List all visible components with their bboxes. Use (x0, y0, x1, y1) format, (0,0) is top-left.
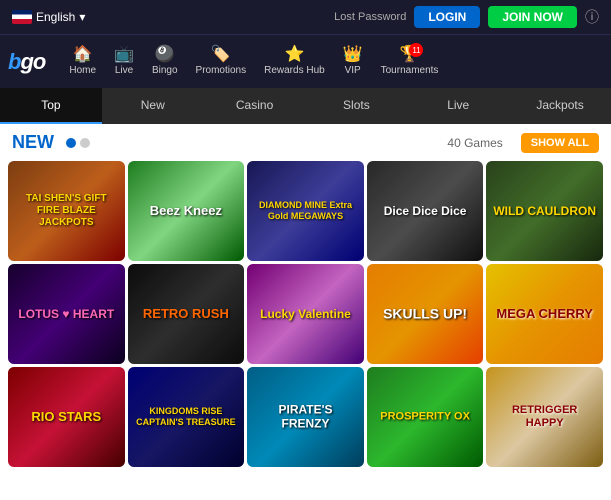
game-title-tai-shen: TAI SHEN'S GIFT FIRE BLAZE JACKPOTS (14, 193, 119, 229)
vip-icon: 👑 (343, 47, 363, 63)
dot-2[interactable] (80, 138, 90, 148)
tab-new[interactable]: New (102, 88, 204, 124)
lost-password-link[interactable]: Lost Password (334, 11, 406, 23)
games-grid: TAI SHEN'S GIFT FIRE BLAZE JACKPOTS Beez… (0, 157, 611, 471)
nav-label-bingo: Bingo (152, 65, 178, 76)
game-title-skulls-up: SKULLS UP! (373, 306, 478, 323)
top-bar: English ▾ Lost Password LOGIN JOIN NOW ⓘ (0, 0, 611, 34)
top-bar-actions: Lost Password LOGIN JOIN NOW ⓘ (334, 6, 599, 28)
login-button[interactable]: LOGIN (414, 6, 480, 28)
game-title-wild-cauldron: WILD CAULDRON (492, 204, 597, 218)
game-card-lucky-valentine[interactable]: Lucky Valentine (247, 264, 364, 364)
game-title-beez-kneez: Beez Kneez (133, 203, 238, 219)
main-content: NEW 40 Games SHOW ALL TAI SHEN'S GIFT FI… (0, 124, 611, 500)
game-card-mega-cherry[interactable]: MEGA CHERRY (486, 264, 603, 364)
dot-1[interactable] (66, 138, 76, 148)
tab-live[interactable]: Live (407, 88, 509, 124)
tab-jackpots[interactable]: Jackpots (509, 88, 611, 124)
nav-item-rewards[interactable]: ⭐ Rewards Hub (256, 43, 333, 80)
show-all-button[interactable]: SHOW ALL (521, 133, 599, 153)
nav-label-vip: VIP (345, 65, 361, 76)
live-icon: 📺 (114, 47, 134, 63)
game-title-pirates-frenzy: PIRATE'S FRENZY (253, 403, 358, 432)
game-card-diamond-mine[interactable]: DIAMOND MINE Extra Gold MEGAWAYS (247, 161, 364, 261)
nav-label-promotions: Promotions (196, 65, 247, 76)
join-button[interactable]: JOIN NOW (488, 6, 577, 28)
game-title-retro-rush: RETRO RUSH (133, 306, 238, 322)
game-title-mega-cherry: MEGA CHERRY (492, 306, 597, 322)
tab-casino[interactable]: Casino (204, 88, 306, 124)
game-title-captains-treasure: KINGDOMS RISE CAPTAIN'S TREASURE (133, 406, 238, 428)
language-selector[interactable]: English ▾ (12, 10, 85, 24)
nav-item-tournaments[interactable]: 🏆 11 Tournaments (373, 43, 447, 80)
nav-item-live[interactable]: 📺 Live (106, 43, 142, 80)
promotions-icon: 🏷️ (211, 47, 231, 63)
game-card-beez-kneez[interactable]: Beez Kneez (128, 161, 245, 261)
category-tabs: Top New Casino Slots Live Jackpots (0, 88, 611, 124)
home-icon: 🏠 (73, 47, 93, 63)
game-card-retro-rush[interactable]: RETRO RUSH (128, 264, 245, 364)
game-card-skulls-up[interactable]: SKULLS UP! (367, 264, 484, 364)
nav-item-vip[interactable]: 👑 VIP (335, 43, 371, 80)
nav-items: 🏠 Home 📺 Live 🎱 Bingo 🏷️ Promotions ⭐ Re… (61, 43, 603, 80)
game-title-retrigger-happy: RETRIGGER HAPPY (492, 404, 597, 430)
game-title-rio-stars: RIO STARS (14, 409, 119, 425)
nav-item-promotions[interactable]: 🏷️ Promotions (188, 43, 255, 80)
nav-label-rewards: Rewards Hub (264, 65, 325, 76)
pagination-dots (66, 138, 90, 148)
chevron-down-icon: ▾ (79, 10, 85, 24)
game-card-dice[interactable]: Dice Dice Dice (367, 161, 484, 261)
nav-label-live: Live (115, 65, 133, 76)
game-title-prosperity-ox: PROSPERITY OX (373, 410, 478, 423)
game-card-tai-shen[interactable]: TAI SHEN'S GIFT FIRE BLAZE JACKPOTS (8, 161, 125, 261)
flag-icon (12, 10, 32, 24)
game-title-dice: Dice Dice Dice (373, 204, 478, 218)
tab-top[interactable]: Top (0, 88, 102, 124)
section-header: NEW 40 Games SHOW ALL (0, 124, 611, 157)
game-title-lotus-heart: LOTUS ♥ HEART (14, 307, 119, 321)
game-count: 40 Games (447, 136, 502, 150)
game-title-diamond-mine: DIAMOND MINE Extra Gold MEGAWAYS (253, 200, 358, 222)
section-title: NEW (12, 132, 54, 153)
game-card-wild-cauldron[interactable]: WILD CAULDRON (486, 161, 603, 261)
game-card-rio-stars[interactable]: RIO STARS (8, 367, 125, 467)
game-title-lucky-valentine: Lucky Valentine (253, 307, 358, 321)
nav-label-home: Home (69, 65, 96, 76)
game-card-lotus-heart[interactable]: LOTUS ♥ HEART (8, 264, 125, 364)
site-logo[interactable]: bgo (8, 49, 45, 75)
game-card-prosperity-ox[interactable]: PROSPERITY OX (367, 367, 484, 467)
language-label: English (36, 10, 75, 24)
rewards-icon: ⭐ (284, 47, 304, 63)
bingo-icon: 🎱 (155, 47, 175, 63)
game-card-retrigger-happy[interactable]: RETRIGGER HAPPY (486, 367, 603, 467)
tab-slots[interactable]: Slots (305, 88, 407, 124)
info-icon[interactable]: ⓘ (585, 7, 599, 27)
game-card-captains-treasure[interactable]: KINGDOMS RISE CAPTAIN'S TREASURE (128, 367, 245, 467)
nav-item-bingo[interactable]: 🎱 Bingo (144, 43, 186, 80)
game-card-pirates-frenzy[interactable]: PIRATE'S FRENZY (247, 367, 364, 467)
nav-item-home[interactable]: 🏠 Home (61, 43, 104, 80)
nav-bar: bgo 🏠 Home 📺 Live 🎱 Bingo 🏷️ Promotions … (0, 34, 611, 88)
nav-label-tournaments: Tournaments (381, 65, 439, 76)
tournaments-badge: 11 (409, 43, 423, 57)
